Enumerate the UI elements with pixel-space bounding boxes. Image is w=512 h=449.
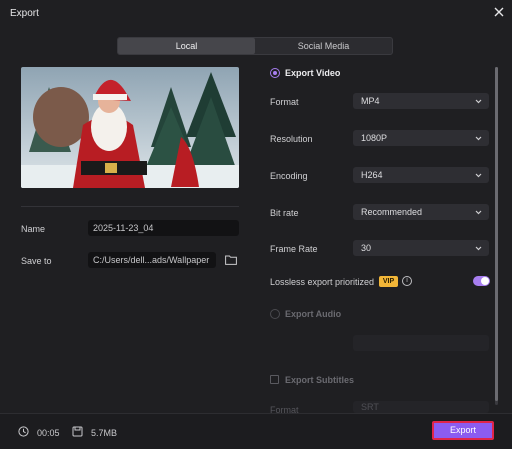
clock-icon — [18, 426, 29, 437]
format-select[interactable]: MP4 — [353, 93, 489, 109]
export-audio-radio[interactable] — [270, 309, 280, 319]
chevron-down-icon — [475, 99, 482, 104]
tab-local[interactable]: Local — [118, 38, 255, 54]
encoding-label: Encoding — [270, 171, 308, 181]
export-video-title: Export Video — [285, 68, 341, 78]
framerate-select[interactable]: 30 — [353, 240, 489, 256]
format-label: Format — [270, 97, 299, 107]
framerate-value: 30 — [361, 243, 372, 253]
export-video-radio[interactable] — [270, 68, 280, 78]
export-tabs: Local Social Media — [117, 37, 393, 55]
window-title: Export — [10, 8, 39, 19]
title-bar: Export — [0, 0, 512, 26]
format-value: MP4 — [361, 96, 380, 106]
subtitle-format-select: SRT — [353, 401, 489, 413]
name-label: Name — [21, 224, 46, 234]
bitrate-label: Bit rate — [270, 208, 299, 218]
export-button[interactable]: Export — [432, 421, 494, 440]
bitrate-select[interactable]: Recommended — [353, 204, 489, 220]
encoding-select[interactable]: H264 — [353, 167, 489, 183]
resolution-label: Resolution — [270, 134, 313, 144]
export-subtitles-checkbox[interactable] — [270, 375, 279, 384]
resolution-select[interactable]: 1080P — [353, 130, 489, 146]
folder-icon[interactable] — [225, 255, 237, 265]
audio-format-select — [353, 335, 489, 351]
lossless-label: Lossless export prioritized — [270, 277, 375, 287]
resolution-value: 1080P — [361, 133, 388, 143]
scrollbar-thumb[interactable] — [495, 67, 498, 401]
file-size-icon — [72, 426, 83, 437]
info-icon[interactable]: i — [402, 276, 412, 286]
chevron-down-icon — [475, 136, 482, 141]
video-preview-thumbnail — [21, 67, 239, 188]
save-path-input[interactable]: C:/Users/dell...ads/Wallpaper — [88, 252, 216, 268]
tab-social-media[interactable]: Social Media — [255, 38, 392, 54]
framerate-label: Frame Rate — [270, 244, 318, 254]
encoding-value: H264 — [361, 170, 383, 180]
name-input[interactable]: 2025-11-23_04 — [88, 220, 239, 236]
export-audio-title: Export Audio — [285, 309, 342, 319]
chevron-down-icon — [475, 173, 482, 178]
lossless-toggle[interactable] — [473, 276, 490, 286]
duration-text: 00:05 — [37, 428, 60, 438]
chevron-down-icon — [475, 246, 482, 251]
save-to-label: Save to — [21, 256, 52, 266]
subtitle-format-value: SRT — [361, 402, 379, 412]
close-icon[interactable] — [492, 5, 506, 19]
export-subtitles-title: Export Subtitles — [285, 375, 355, 385]
bitrate-value: Recommended — [361, 207, 423, 217]
file-size-text: 5.7MB — [91, 428, 118, 438]
divider — [21, 206, 239, 207]
vip-badge: VIP — [379, 276, 398, 287]
chevron-down-icon — [475, 210, 482, 215]
scrollbar[interactable] — [495, 67, 498, 405]
